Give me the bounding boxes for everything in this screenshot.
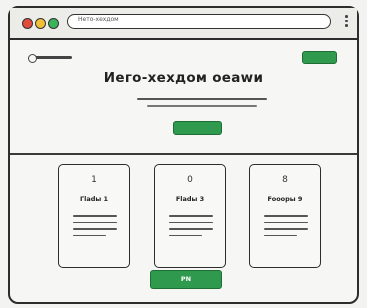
feature-card[interactable]: 8 Fooopы 9	[249, 164, 321, 268]
hero-title: Иего-хехдом оеаwи	[103, 70, 264, 86]
card-text-placeholder	[73, 215, 117, 241]
logo[interactable]	[28, 54, 72, 63]
section-divider	[10, 153, 357, 155]
card-number: 1	[91, 175, 97, 185]
kebab-menu-icon[interactable]	[345, 15, 348, 29]
card-title: Fladы 3	[175, 195, 205, 203]
browser-titlebar: Нето-хехдом	[10, 8, 357, 40]
browser-window: Нето-хехдом Иего-хехдом оеаwи 1 Гladы 1 …	[8, 6, 359, 304]
maximize-window-button[interactable]	[48, 18, 59, 29]
bottom-action-button[interactable]: PN	[150, 270, 222, 289]
feature-card[interactable]: 0 Fladы 3	[154, 164, 226, 268]
address-bar-text: Нето-хехдом	[78, 16, 119, 23]
card-number: 8	[282, 175, 288, 185]
close-window-button[interactable]	[22, 18, 33, 29]
hero-subtitle-line	[147, 105, 257, 107]
card-number: 0	[187, 175, 193, 185]
card-title: Fooopы 9	[267, 195, 303, 203]
nav-button[interactable]	[302, 51, 337, 64]
hero-subtitle-line	[137, 98, 267, 100]
feature-card[interactable]: 1 Гladы 1	[58, 164, 130, 268]
address-bar[interactable]: Нето-хехдом	[67, 14, 331, 29]
card-text-placeholder	[169, 215, 213, 241]
hero-cta-button[interactable]	[173, 121, 222, 135]
hero-section: Иего-хехдом оеаwи	[10, 38, 357, 150]
card-title: Гladы 1	[79, 195, 109, 203]
minimize-window-button[interactable]	[35, 18, 46, 29]
card-text-placeholder	[264, 215, 308, 241]
